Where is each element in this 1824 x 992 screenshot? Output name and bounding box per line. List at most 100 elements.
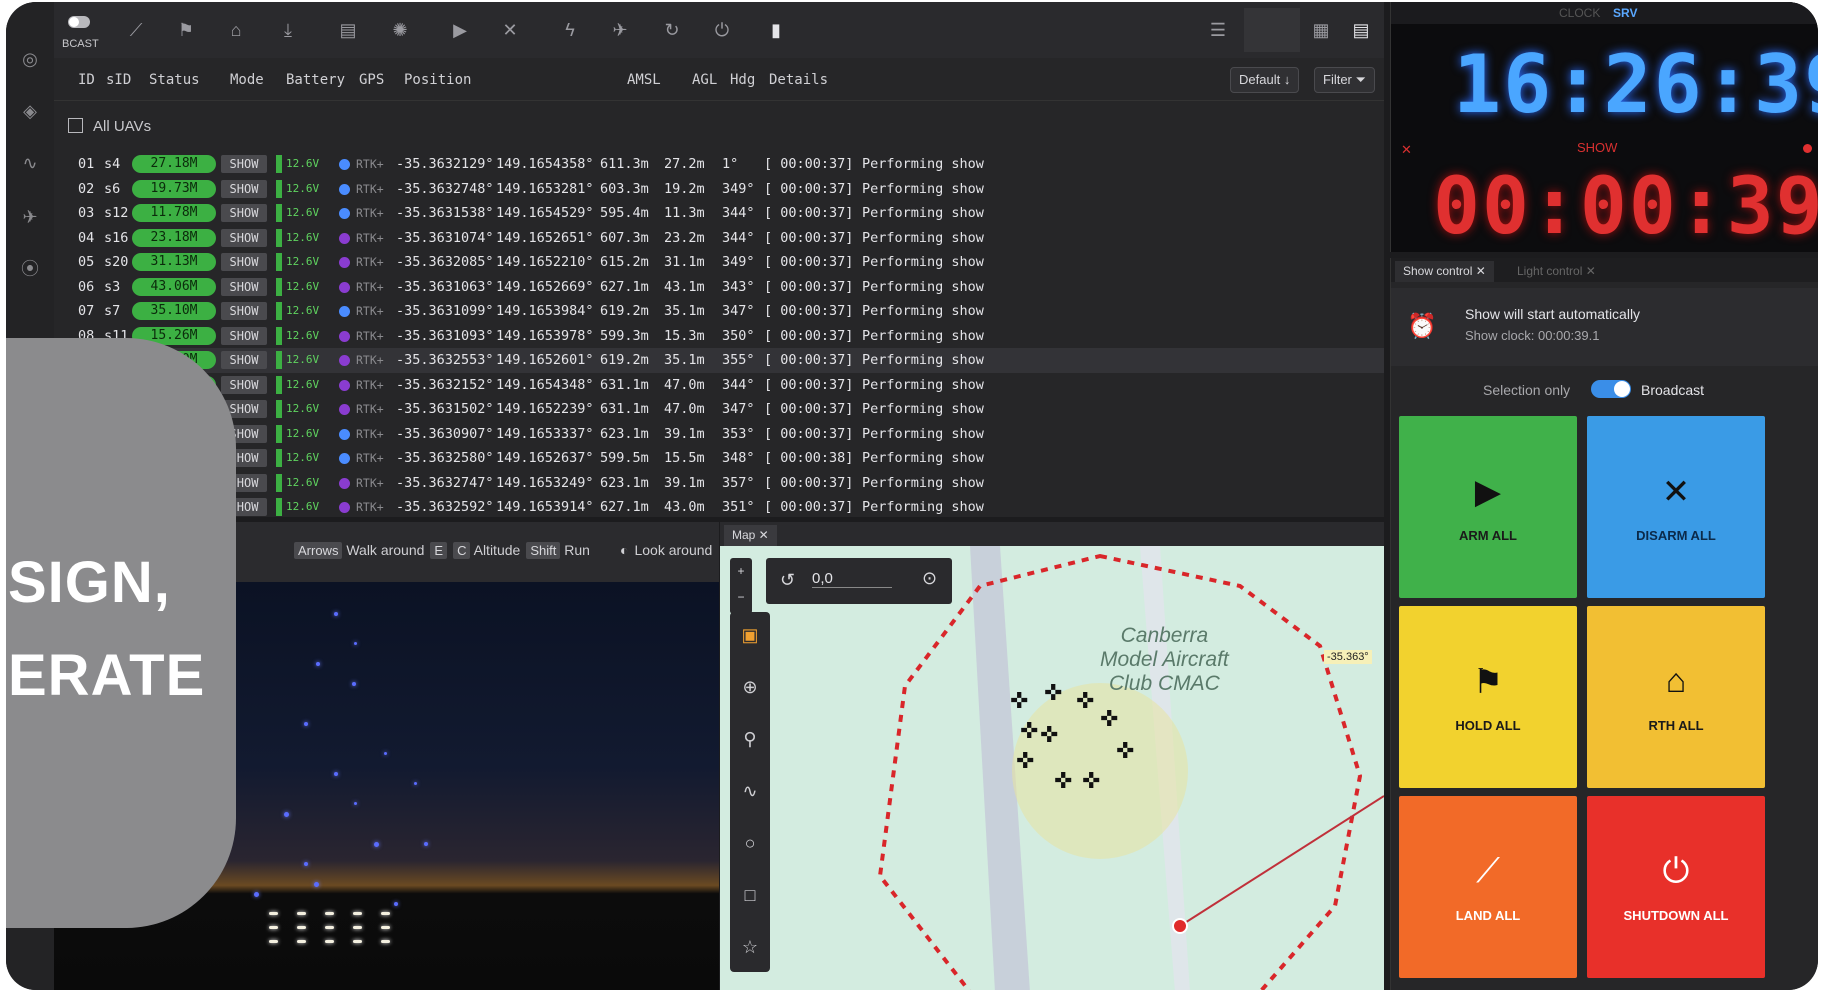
col-details[interactable]: Details bbox=[769, 72, 828, 88]
drone-icon[interactable]: ✜ bbox=[1040, 722, 1058, 748]
cell-detail: Performing show bbox=[862, 425, 984, 442]
trash-icon[interactable]: ▮ bbox=[764, 18, 788, 42]
cell-hdg: 348° bbox=[722, 450, 755, 466]
table-row[interactable]: 15s17-35.3632592°149.1653914°627.1m43.0m… bbox=[54, 495, 1384, 520]
circle-tool-icon[interactable]: ○ bbox=[739, 832, 761, 854]
col-battery[interactable]: Battery bbox=[286, 72, 345, 88]
table-row[interactable]: 07 s7 -35.3631099° 149.1653984° 619.2m 35.1m 3… bbox=[54, 299, 1384, 324]
table-row[interactable]: 14s13-35.3632747°149.1653249°623.1m39.1m… bbox=[54, 471, 1384, 496]
drone-icon[interactable]: ✜ bbox=[1082, 768, 1100, 794]
refresh-icon[interactable]: ↻ bbox=[660, 18, 684, 42]
rotate-icon[interactable]: ↺ bbox=[780, 570, 795, 591]
star-tool-icon[interactable]: ☆ bbox=[739, 936, 761, 958]
all-uavs-checkbox[interactable] bbox=[68, 118, 83, 133]
col-position[interactable]: Position bbox=[404, 72, 471, 88]
table-row[interactable]: 10s19-35.3632152°149.1654348°631.1m47.0m… bbox=[54, 373, 1384, 398]
clock-close-icon[interactable]: ✕ bbox=[1401, 142, 1412, 158]
drone-icon[interactable]: ✜ bbox=[1044, 680, 1062, 706]
cell-detail: Performing show bbox=[862, 278, 984, 295]
gps-fix: RTK+ bbox=[356, 353, 384, 367]
arm-all-button[interactable]: ▶ ARM ALL bbox=[1399, 416, 1577, 598]
select-tool-icon[interactable]: ▣ bbox=[739, 624, 761, 646]
table-row[interactable]: 12s5-35.3630907°149.1653337°623.1m39.1m3… bbox=[54, 422, 1384, 447]
land-icon[interactable]: ⤓ bbox=[276, 18, 300, 42]
map-canvas[interactable] bbox=[720, 546, 1384, 990]
gps-fix: RTK+ bbox=[356, 230, 384, 245]
zoom-tool-icon[interactable]: ⊕ bbox=[739, 676, 761, 698]
path-tool-icon[interactable]: ∿ bbox=[739, 780, 761, 802]
table-row[interactable]: 05 s20 -35.3632085° 149.1652210° 615.2m 31.1m… bbox=[54, 250, 1384, 275]
col-amsl[interactable]: AMSL bbox=[627, 72, 661, 88]
cell-t: [ 00:00:37] bbox=[764, 156, 854, 172]
table-row[interactable]: 13s9-35.3632580°149.1652637°599.5m15.5m3… bbox=[54, 446, 1384, 471]
chart-icon[interactable]: ∿ bbox=[19, 152, 41, 174]
col-mode[interactable]: Mode bbox=[230, 72, 264, 88]
power-icon[interactable]: ⏻ bbox=[710, 18, 734, 42]
takeoff-icon[interactable]: ⟋ bbox=[124, 18, 148, 42]
flag-icon[interactable]: ⚑ bbox=[174, 18, 198, 42]
table-row[interactable]: 01 s4 -35.3632129° 149.1654358° 611.3m 27.2m 1… bbox=[54, 152, 1384, 177]
gps-status-icon bbox=[339, 330, 350, 342]
list-icon[interactable]: ☰ bbox=[1206, 18, 1230, 42]
tab-light-control[interactable]: Light control ✕ bbox=[1509, 261, 1604, 282]
rotation-input[interactable]: 0,0 bbox=[812, 570, 892, 588]
ground-drone-light bbox=[297, 912, 306, 915]
drone-icon[interactable]: ✈ bbox=[608, 18, 632, 42]
drone-icon[interactable]: ✜ bbox=[1100, 706, 1118, 732]
cell-agl: 11.3m bbox=[664, 205, 705, 221]
reset-rotation-icon[interactable]: ⊙ bbox=[922, 568, 937, 589]
col-gps[interactable]: GPS bbox=[359, 72, 384, 88]
table-row[interactable]: 06 s3 -35.3631063° 149.1652669° 627.1m 43.1m 3… bbox=[54, 275, 1384, 300]
battery-voltage: 12.6V bbox=[286, 230, 320, 244]
lightning-icon[interactable]: ϟ bbox=[558, 18, 582, 42]
cell-id: 05 bbox=[78, 254, 95, 270]
table-view-icon[interactable]: ▤ bbox=[1349, 18, 1373, 42]
table-row[interactable]: 11s2-35.3631502°149.1652239°631.1m47.0m3… bbox=[54, 397, 1384, 422]
shutdown-all-button[interactable]: ⏻ SHUTDOWN ALL bbox=[1587, 796, 1765, 978]
zoom-control[interactable]: + − bbox=[730, 558, 752, 614]
filter-button[interactable]: Filter ⏷ bbox=[1314, 67, 1375, 93]
default-button[interactable]: Default ↓ bbox=[1230, 67, 1300, 93]
broadcast-toggle[interactable]: BCAST bbox=[60, 12, 100, 52]
light-icon[interactable]: ✺ bbox=[388, 18, 412, 42]
disarm-all-button[interactable]: ✕ DISARM ALL bbox=[1587, 416, 1765, 598]
drone-icon[interactable]: ✜ bbox=[1010, 688, 1028, 714]
table-row[interactable]: 02 s6 -35.3632748° 149.1653281° 603.3m 19.2m 3… bbox=[54, 177, 1384, 202]
col-id[interactable]: ID bbox=[78, 72, 95, 88]
grid-view-icon[interactable]: ▦ bbox=[1309, 18, 1333, 42]
drone-icon[interactable]: ✜ bbox=[1076, 688, 1094, 714]
plane-icon[interactable]: ✈ bbox=[19, 206, 41, 228]
rth-all-button[interactable]: ⌂ RTH ALL bbox=[1587, 606, 1765, 788]
table-row[interactable]: 03 s12 -35.3631538° 149.1654529° 595.4m 11.3m… bbox=[54, 201, 1384, 226]
drone-icon[interactable]: ✜ bbox=[1020, 718, 1038, 744]
battery-voltage: 12.6V bbox=[286, 206, 320, 219]
table-row[interactable]: 08 s11 -35.3631093° 149.1653978° 599.3m 15.3m… bbox=[54, 324, 1384, 349]
rect-tool-icon[interactable]: □ bbox=[739, 884, 761, 906]
play-icon[interactable]: ▶ bbox=[448, 18, 472, 42]
table-row[interactable]: 09s15-35.3632553°149.1652601°619.2m35.1m… bbox=[54, 348, 1384, 373]
col-hdg[interactable]: Hdg bbox=[730, 72, 755, 88]
close-icon[interactable]: ✕ bbox=[498, 18, 522, 42]
broadcast-switch[interactable] bbox=[1591, 380, 1631, 398]
all-uavs-row[interactable]: All UAVs bbox=[68, 118, 151, 135]
coord-label: -35.363° bbox=[1324, 650, 1372, 664]
tab-show-control[interactable]: Show control ✕ bbox=[1395, 261, 1494, 282]
home-icon[interactable]: ⌂ bbox=[224, 18, 248, 42]
clipboard-icon[interactable]: ▤ bbox=[336, 18, 360, 42]
pin-tool-icon[interactable]: ⚲ bbox=[739, 728, 761, 750]
col-status[interactable]: Status bbox=[149, 72, 200, 88]
drone-light bbox=[334, 772, 338, 776]
col-agl[interactable]: AGL bbox=[692, 72, 717, 88]
hold-all-button[interactable]: ⚑ HOLD ALL bbox=[1399, 606, 1577, 788]
drone-icon[interactable]: ✜ bbox=[1016, 748, 1034, 774]
land-all-button[interactable]: ⟋ LAND ALL bbox=[1399, 796, 1577, 978]
battery-voltage: 12.6V bbox=[286, 328, 320, 342]
globe-icon[interactable]: ◎ bbox=[19, 48, 41, 70]
col-sid[interactable]: sID bbox=[106, 72, 131, 88]
drone-icon[interactable]: ✜ bbox=[1054, 768, 1072, 794]
antenna-icon[interactable]: ⦿ bbox=[19, 258, 41, 280]
table-row[interactable]: 04 s16 -35.3631074° 149.1652651° 607.3m 23.2m… bbox=[54, 226, 1384, 251]
layers-icon[interactable]: ◈ bbox=[19, 100, 41, 122]
drone-icon[interactable]: ✜ bbox=[1116, 738, 1134, 764]
tab-map[interactable]: Map ✕ bbox=[724, 525, 777, 546]
